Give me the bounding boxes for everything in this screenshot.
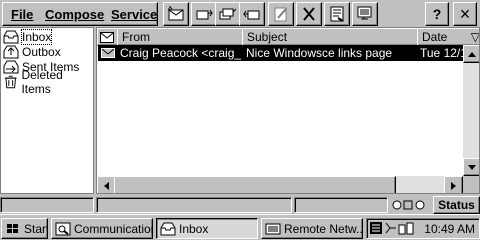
folder-inbox[interactable]: Inbox	[3, 29, 53, 45]
column-header-subject[interactable]: Subject	[242, 28, 423, 46]
task-remote-networking[interactable]: Remote Netw...	[261, 218, 363, 239]
menu-bar: File Compose Service	[2, 2, 158, 26]
task-communication[interactable]: Communication	[51, 218, 153, 239]
status-bar: Status	[0, 196, 480, 214]
arrow-left-icon	[104, 181, 109, 190]
taskbar: Start Communication Inbox Remote Netw...…	[0, 214, 480, 240]
windows-logo-icon	[7, 223, 18, 233]
properties-icon	[330, 6, 344, 22]
horizontal-scrollbar[interactable]	[97, 176, 463, 193]
status-field-3	[294, 197, 388, 213]
scroll-up-button[interactable]	[463, 45, 479, 63]
help-button[interactable]: ?	[425, 2, 449, 26]
status-field-2	[96, 197, 292, 213]
sent-items-icon	[3, 60, 19, 74]
message-subject: Nice Windowsce links page	[246, 46, 393, 60]
status-field-1	[0, 197, 94, 213]
message-from: Craig Peacock <craig_...	[120, 46, 242, 60]
send-receive-icon	[357, 6, 372, 20]
menu-compose[interactable]: Compose	[45, 7, 104, 22]
connection-icons	[392, 198, 428, 212]
folder-pane: Inbox Outbox Sent Items Deleted Items	[0, 27, 94, 194]
tray-icons	[370, 222, 414, 235]
scroll-right-button[interactable]	[444, 176, 463, 193]
start-button[interactable]: Start	[1, 218, 48, 239]
inbox-task-icon	[160, 222, 176, 235]
edit-button[interactable]	[268, 2, 294, 26]
folder-outbox[interactable]: Outbox	[3, 44, 61, 60]
column-header-date[interactable]: Date ▽	[417, 28, 480, 46]
message-list: From Subject Date ▽ Craig Peacock <craig…	[96, 27, 480, 194]
system-tray: 10:49 AM	[366, 218, 480, 239]
column-header-from[interactable]: From	[117, 28, 248, 46]
status-button[interactable]: Status	[433, 196, 480, 214]
new-message-icon	[168, 6, 184, 21]
new-message-button[interactable]	[163, 2, 189, 26]
envelope-column-icon	[100, 31, 114, 43]
reply-all-icon	[219, 8, 237, 20]
inbox-icon	[3, 30, 19, 44]
arrow-down-icon	[468, 164, 476, 170]
outbox-icon	[3, 45, 19, 59]
arrow-right-icon	[451, 181, 456, 190]
delete-icon	[303, 7, 315, 21]
close-button[interactable]: ×	[453, 2, 477, 26]
task-inbox[interactable]: Inbox	[156, 218, 258, 239]
send-receive-button[interactable]	[352, 2, 378, 26]
reply-all-button[interactable]	[215, 2, 241, 26]
scroll-down-button[interactable]	[463, 158, 479, 176]
close-icon: ×	[459, 3, 471, 24]
menu-file[interactable]: File	[11, 7, 33, 22]
remote-networking-icon	[265, 223, 281, 234]
clock: 10:49 AM	[424, 222, 475, 236]
communication-icon	[55, 222, 71, 235]
reply-button[interactable]	[191, 2, 217, 26]
vertical-scrollbar[interactable]	[463, 45, 479, 176]
arrow-up-icon	[468, 51, 476, 57]
connection-icon	[392, 200, 425, 210]
properties-button[interactable]	[324, 2, 350, 26]
deleted-items-icon	[4, 75, 17, 89]
edit-icon	[274, 7, 287, 22]
scrollbar-corner	[463, 176, 479, 193]
delete-button[interactable]	[296, 2, 322, 26]
folder-deleted-items[interactable]: Deleted Items	[3, 68, 93, 96]
forward-button[interactable]	[239, 2, 265, 26]
forward-icon	[243, 10, 260, 20]
scroll-thumb[interactable]	[114, 176, 396, 193]
menu-service[interactable]: Service	[111, 7, 157, 22]
read-mail-icon	[101, 48, 115, 58]
message-row[interactable]: Craig Peacock <craig_... Nice Windowsce …	[98, 45, 479, 61]
sort-down-icon: ▽	[470, 30, 480, 44]
reply-icon	[196, 9, 213, 20]
